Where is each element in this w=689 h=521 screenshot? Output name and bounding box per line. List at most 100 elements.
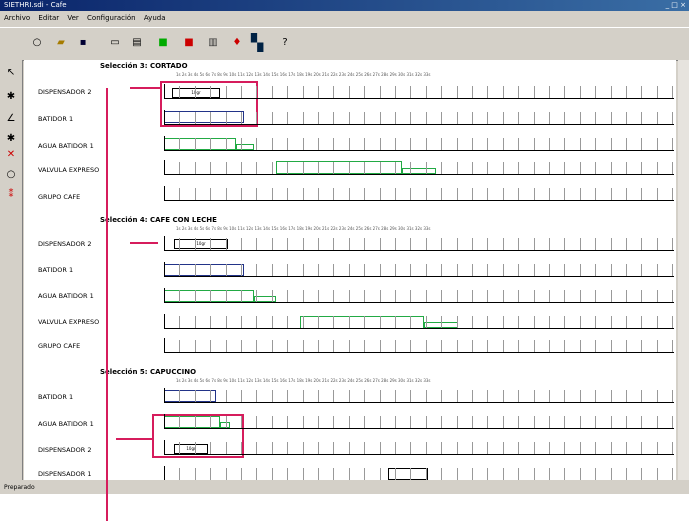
grid-tick	[534, 188, 535, 200]
row-label: DISPENSADOR 2	[38, 446, 92, 454]
grid-tick	[641, 238, 642, 250]
grid-tick	[626, 188, 627, 200]
grid-tick	[395, 290, 396, 302]
grid-tick	[595, 468, 596, 480]
row-baseline	[164, 302, 674, 303]
grid-tick	[241, 340, 242, 352]
grid-tick	[626, 290, 627, 302]
grid-tick	[395, 340, 396, 352]
window-title: SIETHRI.sdi - Cafe	[4, 1, 67, 9]
grid-tick	[657, 416, 658, 428]
grid-tick	[518, 416, 519, 428]
bar-dispensador-4[interactable]: 10gr	[174, 239, 228, 249]
grid-tick	[426, 188, 427, 200]
list-icon[interactable]: ▥	[206, 36, 220, 50]
vertical-scrollbar[interactable]	[678, 60, 689, 480]
grid-tick	[503, 416, 504, 428]
grid-tick	[256, 238, 257, 250]
grid-tick	[611, 138, 612, 150]
preview-icon[interactable]: ▭	[108, 36, 122, 50]
bar-dispensador1-5[interactable]	[388, 468, 428, 480]
grid-tick	[441, 264, 442, 276]
grid-tick	[641, 290, 642, 302]
grid-tick	[518, 290, 519, 302]
grid-tick	[210, 468, 211, 480]
grid-tick	[179, 188, 180, 200]
delete-icon[interactable]: ✕	[4, 148, 18, 162]
grid-tick	[641, 390, 642, 402]
folder-icon[interactable]: ▰	[54, 36, 68, 50]
menu-archivo[interactable]: Archivo	[4, 14, 30, 22]
menu-ayuda[interactable]: Ayuda	[144, 14, 166, 22]
grid-tick	[672, 188, 673, 200]
node-icon[interactable]: ✱	[4, 90, 18, 104]
grid-tick	[179, 468, 180, 480]
grid-tick	[487, 86, 488, 98]
grid-tick	[364, 162, 365, 174]
window-controls[interactable]: _ □ ×	[666, 0, 686, 11]
grid-tick	[595, 112, 596, 124]
timing-canvas[interactable]: Selección 3: CORTADO 1s 2s 3s 4s 5s 6s 7…	[24, 60, 676, 480]
save-icon[interactable]: ▪	[76, 36, 90, 50]
bar-batidor-5[interactable]	[164, 390, 216, 402]
grid-tick	[272, 188, 273, 200]
grid-tick	[410, 238, 411, 250]
grid-tick	[564, 340, 565, 352]
grid-tick	[333, 442, 334, 454]
grid-tick	[179, 162, 180, 174]
grid-tick	[472, 316, 473, 328]
grid-tick	[303, 390, 304, 402]
red-stop-icon[interactable]: ■	[182, 36, 196, 50]
grid-tick	[287, 162, 288, 174]
menu-ver[interactable]: Ver	[67, 14, 78, 22]
green-run-icon[interactable]: ■	[156, 36, 170, 50]
bar-batidor-4[interactable]	[164, 264, 244, 276]
print-icon[interactable]: ▤	[130, 36, 144, 50]
grid-tick	[410, 340, 411, 352]
open-icon[interactable]: ○	[30, 36, 44, 50]
bar-valvula-3[interactable]	[276, 161, 402, 174]
grid-tick	[318, 86, 319, 98]
grid-tick	[487, 416, 488, 428]
node2-icon[interactable]: ✱	[4, 132, 18, 146]
grid-tick	[349, 416, 350, 428]
grid-tick	[641, 316, 642, 328]
grid-tick	[380, 442, 381, 454]
grid-tick	[611, 188, 612, 200]
grid-tick	[534, 86, 535, 98]
grid-tick	[441, 442, 442, 454]
grid-tick	[564, 416, 565, 428]
arrow-icon[interactable]: ↖	[4, 66, 18, 80]
time-axis-3: 1s 2s 3s 4s 5s 6s 7s 8s 9s 10s 11s 12s 1…	[176, 72, 431, 77]
status-bar: Preparado	[0, 482, 689, 494]
edit-icon[interactable]: ∠	[4, 112, 18, 126]
menu-editar[interactable]: Editar	[38, 14, 59, 22]
signal-icon[interactable]: ⁑	[4, 188, 18, 202]
grid-tick	[272, 290, 273, 302]
row-axis	[164, 236, 165, 250]
help-icon[interactable]: ?	[278, 36, 292, 50]
grid-tick	[287, 112, 288, 124]
row-baseline	[164, 352, 674, 353]
grid-tick	[549, 264, 550, 276]
paint-icon[interactable]: ♦	[230, 36, 244, 50]
grid-tick	[426, 468, 427, 480]
circle-icon[interactable]: ○	[4, 168, 18, 182]
grid-tick	[657, 290, 658, 302]
row-axis	[164, 388, 165, 402]
menu-configuracion[interactable]: Configuración	[87, 14, 136, 22]
grid-tick	[333, 264, 334, 276]
menu-bar: Archivo Editar Ver Configuración Ayuda	[0, 11, 689, 25]
book-icon[interactable]: ▚	[250, 35, 264, 51]
grid-tick	[487, 442, 488, 454]
grid-tick	[380, 264, 381, 276]
grid-tick	[380, 316, 381, 328]
grid-tick	[380, 188, 381, 200]
grid-tick	[487, 340, 488, 352]
grid-tick	[487, 162, 488, 174]
grid-tick	[595, 340, 596, 352]
grid-tick	[580, 188, 581, 200]
grid-tick	[534, 316, 535, 328]
grid-tick	[564, 468, 565, 480]
grid-tick	[672, 390, 673, 402]
